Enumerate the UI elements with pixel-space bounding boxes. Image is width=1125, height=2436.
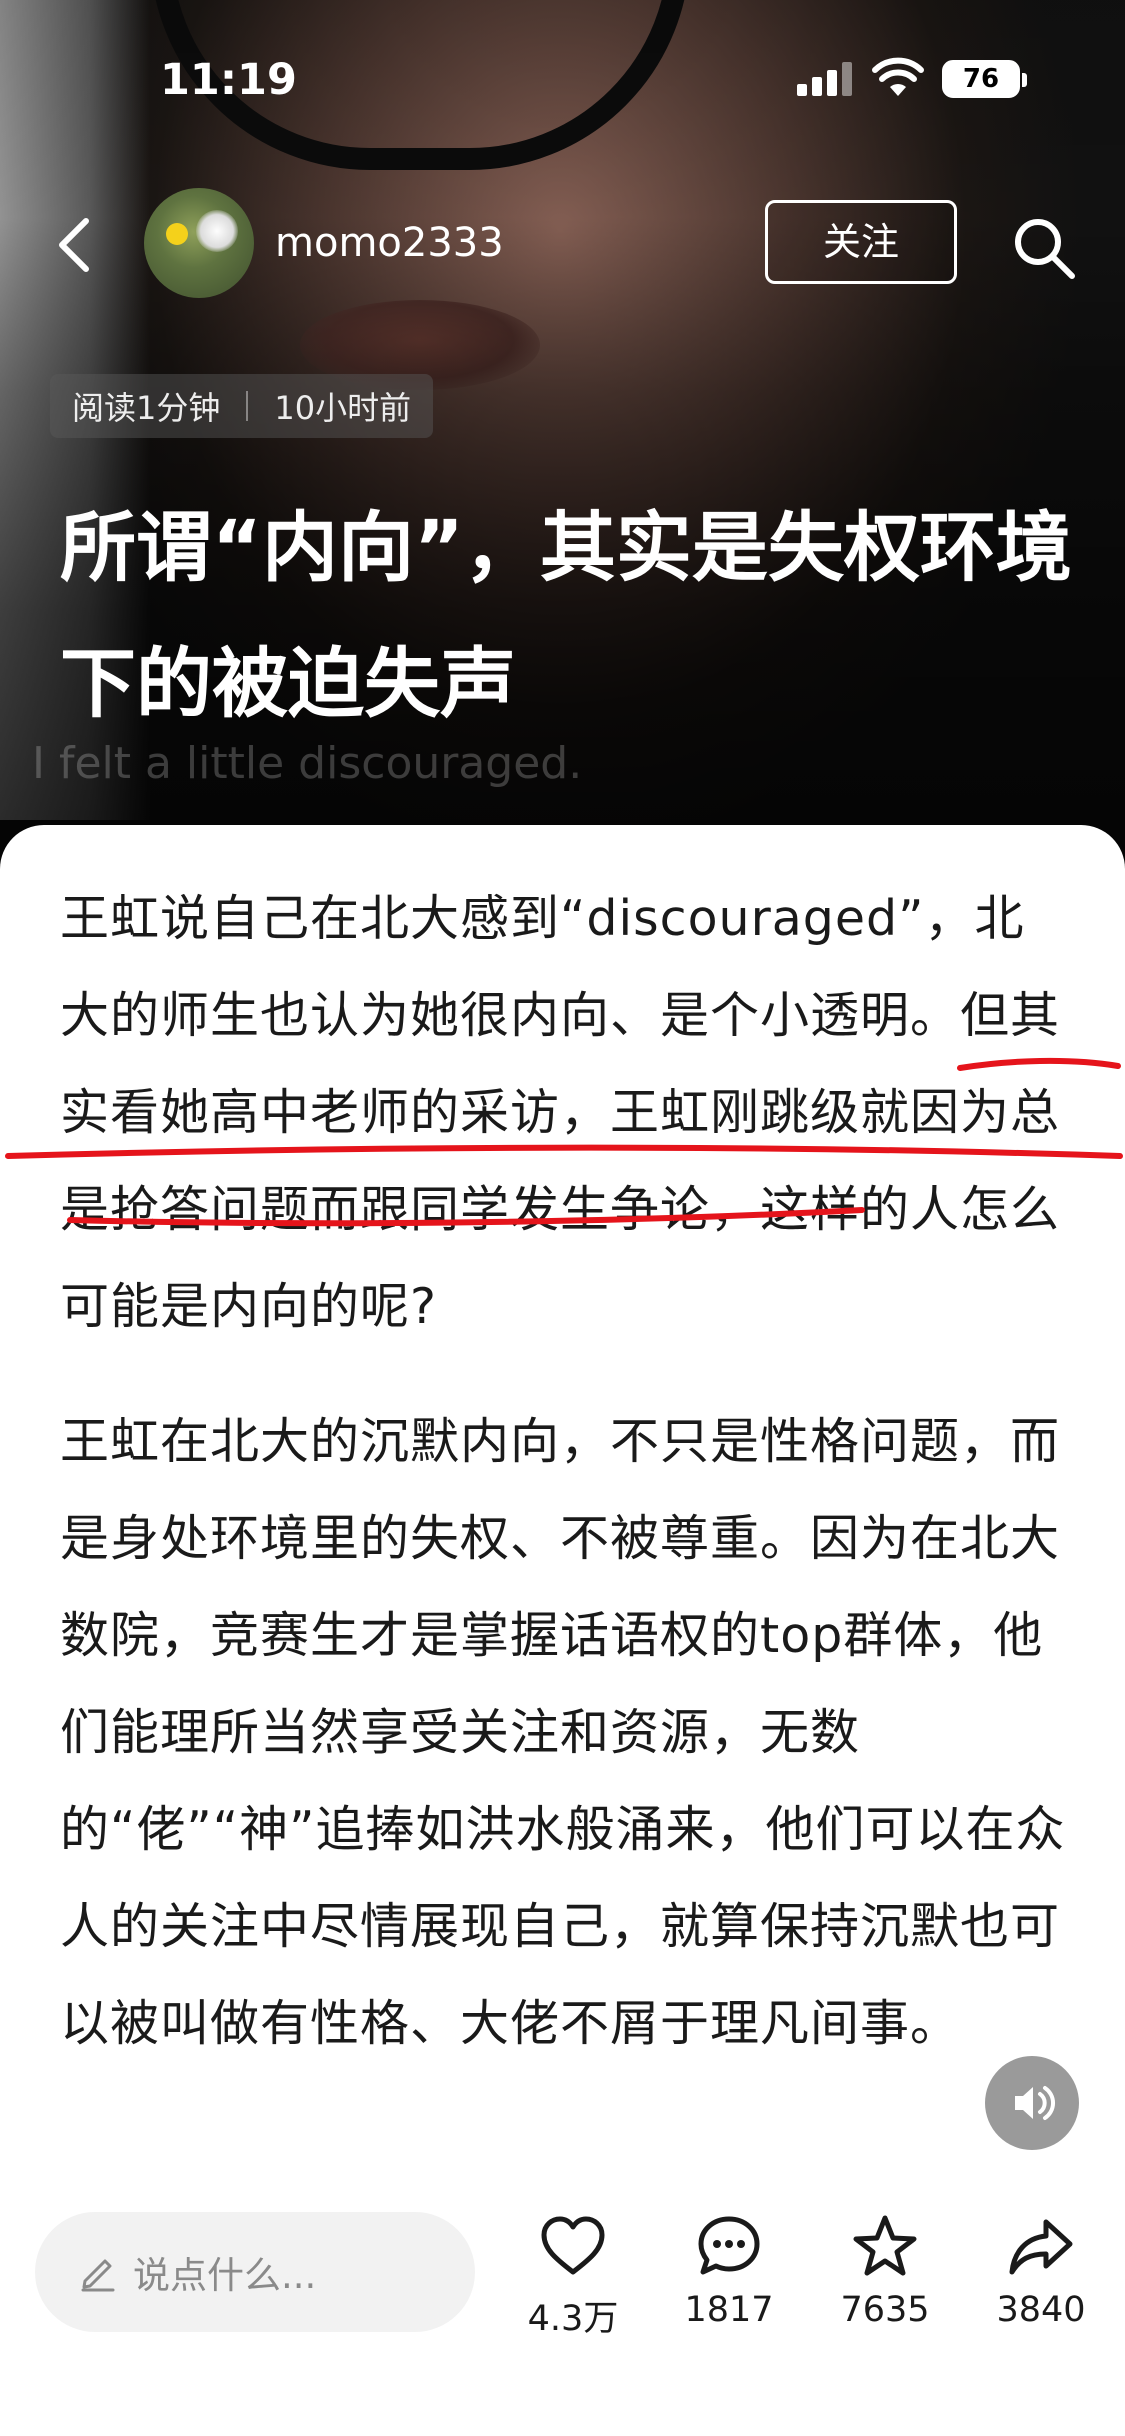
sound-toggle-button[interactable] xyxy=(985,2056,1079,2150)
like-button[interactable]: 4.3万 xyxy=(503,2212,643,2342)
favorite-count: 7635 xyxy=(840,2290,930,2330)
back-arrow-icon[interactable] xyxy=(52,215,96,275)
article-meta: 阅读1分钟 10小时前 xyxy=(50,374,434,438)
meta-divider xyxy=(246,391,249,421)
comment-button[interactable]: 1817 xyxy=(659,2212,799,2342)
avatar-flower xyxy=(166,223,188,245)
article-title: 所谓“内向”，其实是失权环境下的被迫失声 xyxy=(60,503,1072,728)
red-underline-annotation xyxy=(5,1057,1123,1227)
status-time: 11:19 xyxy=(160,55,297,105)
post-time: 10小时前 xyxy=(274,389,412,427)
avatar-dandelion xyxy=(196,210,238,252)
battery-icon: 76 xyxy=(942,60,1027,98)
pencil-icon xyxy=(81,2259,115,2292)
chat-bubble-icon xyxy=(698,2216,760,2275)
favorite-button[interactable]: 7635 xyxy=(815,2212,955,2342)
share-button[interactable]: 3840 xyxy=(971,2212,1111,2342)
speaker-icon xyxy=(1015,2086,1055,2120)
status-bar: 11:19 76 xyxy=(0,0,1125,150)
wifi-icon xyxy=(872,57,924,96)
like-count: 4.3万 xyxy=(527,2299,619,2339)
star-icon xyxy=(853,2215,917,2276)
avatar[interactable] xyxy=(144,188,254,298)
video-subtitle: I felt a little discouraged. xyxy=(32,738,583,789)
cellular-signal-icon xyxy=(797,62,853,96)
heart-icon xyxy=(541,2216,605,2275)
comment-placeholder: 说点什么... xyxy=(133,2254,317,2297)
comment-input[interactable]: 说点什么... xyxy=(35,2212,475,2332)
read-time: 阅读1分钟 xyxy=(72,389,221,427)
share-arrow-icon xyxy=(1009,2219,1073,2275)
follow-button[interactable]: 关注 xyxy=(765,200,957,284)
search-icon[interactable] xyxy=(1010,214,1078,282)
author-username[interactable]: momo2333 xyxy=(275,220,504,266)
article-paragraph-2: 王虹在北大的沉默内向，不只是性格问题，而是身处环境里的失权、不被尊重。因为在北大… xyxy=(60,1413,1066,2052)
comment-count: 1817 xyxy=(684,2290,774,2330)
share-count: 3840 xyxy=(996,2290,1086,2330)
battery-level: 76 xyxy=(962,64,1000,94)
